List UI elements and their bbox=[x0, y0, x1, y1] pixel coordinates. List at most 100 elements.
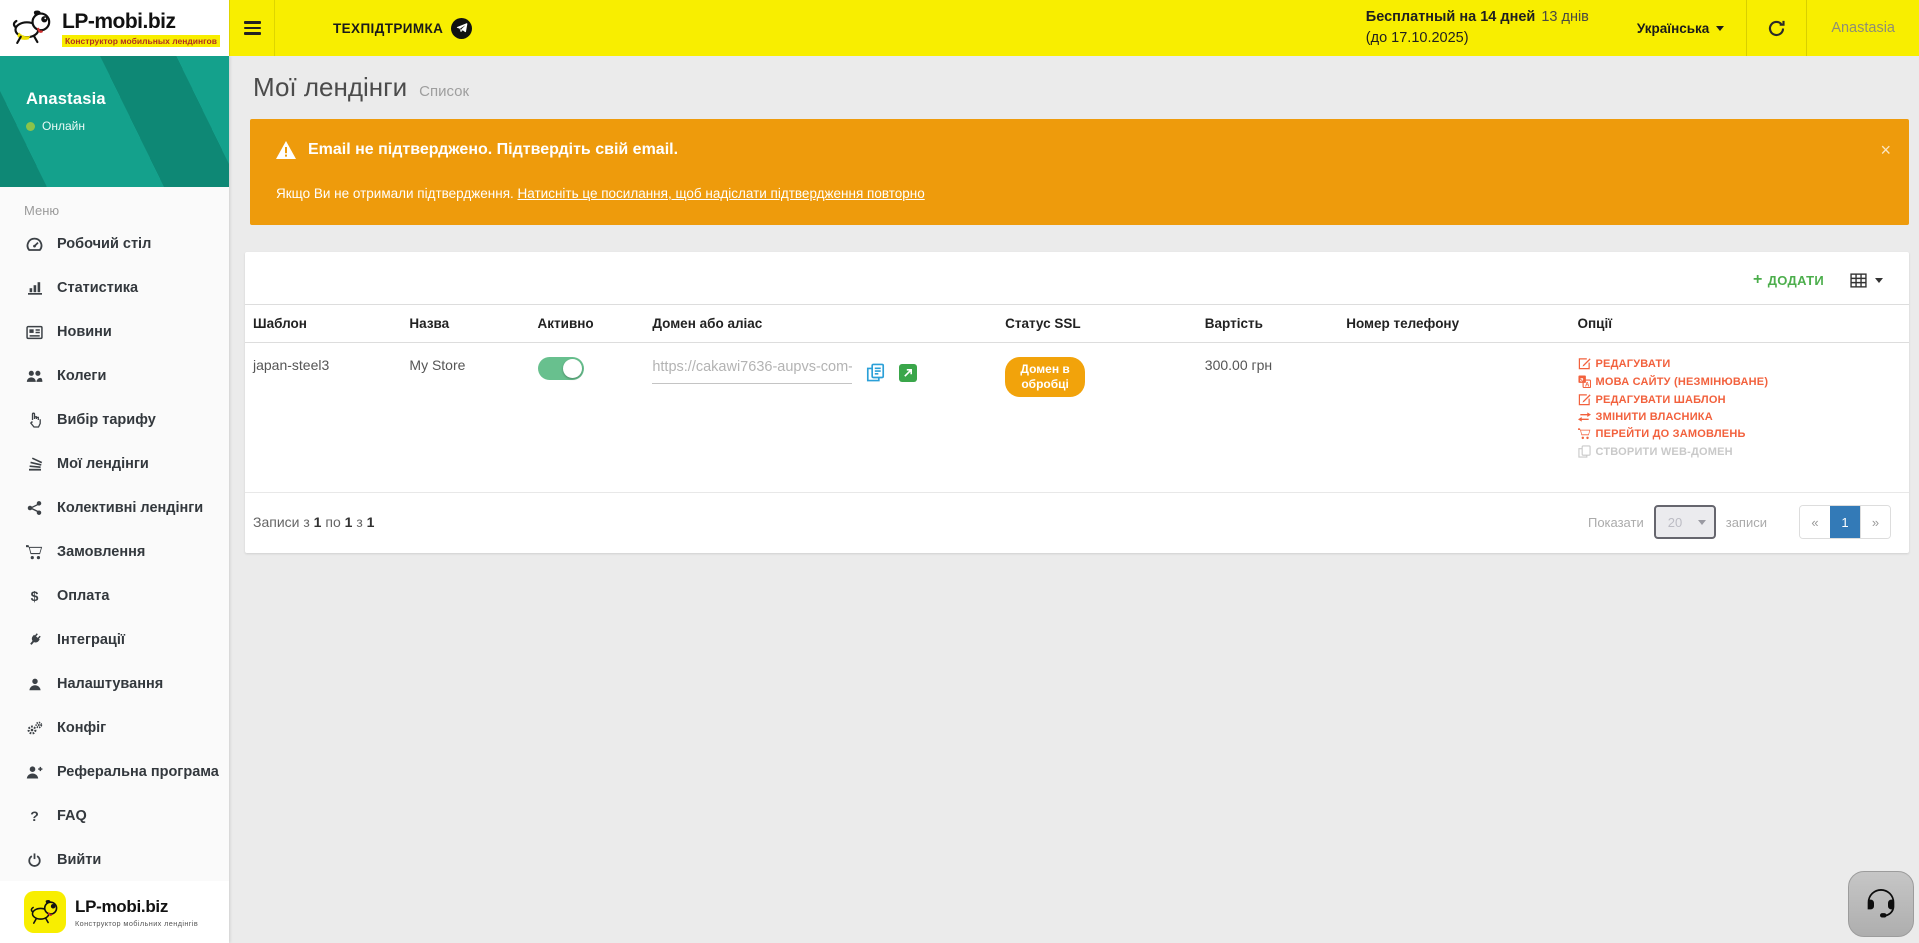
show-label: Показати bbox=[1588, 515, 1644, 530]
email-alert: × Email не підтверджено. Підтвердіть сві… bbox=[250, 119, 1909, 225]
records-label: записи bbox=[1726, 515, 1767, 530]
resend-confirmation-link[interactable]: Натисніть це посилання, щоб надіслати пі… bbox=[518, 186, 925, 201]
user-plus-icon bbox=[26, 765, 43, 780]
page-size-select[interactable]: 20 bbox=[1654, 505, 1716, 539]
sidebar-item-colleagues[interactable]: Колеги bbox=[0, 354, 229, 398]
support-link[interactable]: ТЕХПІДТРИМКА bbox=[333, 18, 472, 39]
landings-table: Шаблон Назва Активно Домен або аліас Ста… bbox=[245, 304, 1909, 492]
online-status-icon bbox=[26, 122, 35, 131]
option-site-language[interactable]: аA МОВА САЙТУ (НЕЗМІНЮВАНЕ) bbox=[1578, 375, 1902, 388]
option-edit[interactable]: РЕДАГУВАТИ bbox=[1578, 357, 1902, 370]
sidebar-item-tariff[interactable]: Вибір тарифу bbox=[0, 398, 229, 442]
trial-days-left: 13 днів bbox=[1541, 9, 1589, 25]
sidebar-item-integrations[interactable]: Інтеграції bbox=[0, 618, 229, 662]
sidebar-item-orders[interactable]: Замовлення bbox=[0, 530, 229, 574]
footer-brand-tagline: Конструктор мобільних лендінгів bbox=[75, 919, 198, 928]
alert-text: Якщо Ви не отримали підтвердження. bbox=[276, 186, 518, 201]
telegram-icon bbox=[451, 18, 472, 39]
sidebar-item-settings[interactable]: Налаштування bbox=[0, 662, 229, 706]
option-edit-template[interactable]: РЕДАГУВАТИ ШАБЛОН bbox=[1578, 393, 1902, 406]
active-toggle[interactable] bbox=[538, 357, 584, 380]
sidebar-toggle-button[interactable] bbox=[229, 0, 275, 56]
col-price: Вартість bbox=[1197, 305, 1338, 343]
open-link-button[interactable] bbox=[899, 364, 917, 382]
brand-logo[interactable]: LP-mobi.biz Конструктор мобильных лендин… bbox=[0, 0, 229, 56]
col-active: Активно bbox=[530, 305, 645, 343]
option-go-to-orders[interactable]: ПЕРЕЙТИ ДО ЗАМОВЛЕНЬ bbox=[1578, 428, 1902, 440]
topbar: LP-mobi.biz Конструктор мобильных лендин… bbox=[0, 0, 1919, 56]
col-domain: Домен або аліас bbox=[644, 305, 997, 343]
domain-input[interactable] bbox=[652, 357, 852, 384]
gears-icon bbox=[26, 721, 43, 736]
option-create-web-domain[interactable]: СТВОРИТИ WEB-ДОМЕН bbox=[1578, 445, 1902, 458]
page-title: Мої лендінги bbox=[253, 72, 407, 103]
dog-mascot-app-icon bbox=[24, 891, 66, 933]
dollar-icon: $ bbox=[26, 588, 43, 604]
external-link-icon bbox=[903, 368, 913, 378]
records-summary: Записи з 1 по 1 з 1 bbox=[253, 514, 374, 530]
prev-page-button[interactable]: « bbox=[1800, 506, 1830, 538]
language-label: Українська bbox=[1637, 21, 1709, 36]
plus-icon: + bbox=[1753, 272, 1763, 288]
svg-text:A: A bbox=[1585, 382, 1590, 388]
footer-brand-name: LP-mobi.biz bbox=[75, 897, 198, 917]
edit-icon bbox=[1578, 393, 1591, 406]
next-page-button[interactable]: » bbox=[1860, 506, 1890, 538]
page-subtitle: Список bbox=[419, 83, 469, 100]
clone-icon bbox=[1578, 445, 1591, 458]
chevron-down-icon bbox=[1716, 26, 1724, 31]
refresh-button[interactable] bbox=[1747, 0, 1806, 56]
sidebar-item-dashboard[interactable]: Робочий стіл bbox=[0, 222, 229, 266]
colleagues-icon bbox=[26, 369, 43, 384]
table-view-button[interactable] bbox=[1850, 273, 1883, 288]
cell-phone bbox=[1338, 343, 1569, 493]
sidebar-item-config[interactable]: Конфіг bbox=[0, 706, 229, 750]
ssl-status-badge: Домен в обробці bbox=[1005, 357, 1085, 397]
add-landing-button[interactable]: + ДОДАТИ bbox=[1753, 272, 1824, 288]
support-chat-button[interactable] bbox=[1848, 871, 1914, 937]
sidebar-item-logout[interactable]: Вийти bbox=[0, 838, 229, 882]
sidebar-footer-brand[interactable]: LP-mobi.biz Конструктор мобільних лендін… bbox=[0, 881, 229, 943]
alert-close-button[interactable]: × bbox=[1880, 141, 1891, 159]
cell-ssl-status: Домен в обробці bbox=[997, 343, 1197, 493]
col-ssl-status: Статус SSL bbox=[997, 305, 1197, 343]
menu-section-label: Меню bbox=[0, 187, 229, 222]
sidebar-item-collective-landings[interactable]: Колективні лендінги bbox=[0, 486, 229, 530]
online-status-label: Онлайн bbox=[42, 119, 85, 133]
cell-price: 300.00 грн bbox=[1197, 343, 1338, 493]
stack-icon bbox=[26, 456, 43, 472]
cell-active bbox=[530, 343, 645, 493]
pagination: « 1 » bbox=[1799, 505, 1891, 539]
news-icon bbox=[26, 325, 43, 340]
headset-icon bbox=[1861, 884, 1901, 924]
sidebar-item-my-landings[interactable]: Мої лендінги bbox=[0, 442, 229, 486]
trial-plan: Бесплатный на 14 дней bbox=[1366, 9, 1536, 25]
col-name: Назва bbox=[401, 305, 529, 343]
hand-pointer-icon bbox=[26, 412, 43, 428]
option-change-owner[interactable]: ЗМІНИТИ ВЛАСНИКА bbox=[1578, 411, 1902, 423]
caret-down-icon bbox=[1875, 278, 1883, 283]
language-icon: аA bbox=[1578, 375, 1591, 388]
warning-icon bbox=[276, 141, 296, 159]
sidebar-item-news[interactable]: Новини bbox=[0, 310, 229, 354]
copy-icon[interactable] bbox=[866, 363, 885, 382]
exchange-icon bbox=[1578, 412, 1591, 422]
sidebar-item-statistics[interactable]: Статистика bbox=[0, 266, 229, 310]
sidebar-item-faq[interactable]: ? FAQ bbox=[0, 794, 229, 838]
brand-tagline: Конструктор мобильных лендингов bbox=[62, 35, 220, 47]
sidebar: Anastasia Онлайн Меню Робочий стіл Стати… bbox=[0, 56, 229, 943]
cart-icon bbox=[26, 545, 43, 560]
question-icon: ? bbox=[26, 808, 43, 824]
bar-chart-icon bbox=[26, 280, 43, 296]
user-icon bbox=[26, 677, 43, 692]
support-label: ТЕХПІДТРИМКА bbox=[333, 21, 443, 36]
sidebar-menu: Робочий стіл Статистика Новини Колеги Ви… bbox=[0, 222, 229, 882]
language-selector[interactable]: Українська bbox=[1615, 0, 1746, 56]
trial-until: (до 17.10.2025) bbox=[1366, 28, 1589, 49]
page-1-button[interactable]: 1 bbox=[1830, 506, 1860, 538]
col-options: Опції bbox=[1570, 305, 1910, 343]
topbar-username[interactable]: Anastasia bbox=[1807, 0, 1919, 56]
sidebar-item-payment[interactable]: $ Оплата bbox=[0, 574, 229, 618]
sidebar-item-referral[interactable]: Реферальна програма bbox=[0, 750, 229, 794]
edit-icon bbox=[1578, 357, 1591, 370]
